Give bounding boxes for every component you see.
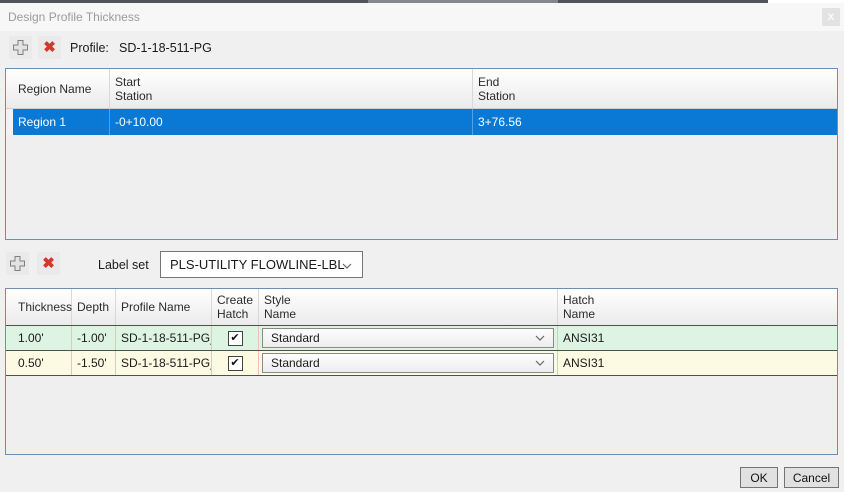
cell-thickness[interactable]: 0.50' [13,351,72,375]
row-header-gutter [6,351,13,375]
regions-table: Region Name Start Station End Station Re… [5,68,838,240]
cell-region-name[interactable]: Region 1 [13,109,110,135]
create-hatch-checkbox[interactable]: ✔ [227,330,243,346]
label-set-dropdown[interactable]: PLS-UTILITY FLOWLINE-LBL [160,251,363,278]
add-thickness-row-button[interactable] [6,252,29,275]
regions-table-header: Region Name Start Station End Station [6,69,837,109]
style-name-dropdown[interactable]: Standard [262,353,554,373]
cell-profile-name[interactable]: SD-1-18-511-PG_ [116,351,212,375]
cell-create-hatch: ✔ [212,351,259,375]
cell-start-station[interactable]: -0+10.00 [110,109,473,135]
cell-hatch-name[interactable]: ANSI31 [558,351,837,375]
cell-depth[interactable]: -1.00' [72,326,116,350]
cell-end-station[interactable]: 3+76.56 [473,109,837,135]
column-header-start-station[interactable]: Start Station [110,69,473,108]
profile-label: Profile: [70,41,109,55]
column-header-style-name[interactable]: Style Name [259,289,558,325]
label-set-label: Label set [98,258,149,272]
close-icon: x [827,9,835,23]
thickness-table-row-1[interactable]: 1.00' -1.00' SD-1-18-511-PG_ ✔ Standard … [6,325,837,350]
cell-hatch-name[interactable]: ANSI31 [558,326,837,350]
column-header-region-name[interactable]: Region Name [13,69,110,108]
row-header-gutter [6,326,13,350]
dialog-title: Design Profile Thickness [8,10,140,24]
create-hatch-checkbox[interactable]: ✔ [227,355,243,371]
cell-depth[interactable]: -1.50' [72,351,116,375]
check-icon: ✔ [230,356,240,369]
column-header-depth[interactable]: Depth [72,289,116,325]
plus-icon [10,256,25,271]
check-icon: ✔ [230,331,240,344]
design-profile-thickness-dialog: Design Profile Thickness x ✖ Profile: SD… [0,0,844,492]
profile-value: SD-1-18-511-PG [119,41,212,55]
delete-region-button[interactable]: ✖ [38,36,61,59]
delete-thickness-row-button[interactable]: ✖ [37,252,60,275]
column-header-create-hatch[interactable]: Create Hatch [212,289,259,325]
chevron-down-icon [535,360,545,366]
label-set-value: PLS-UTILITY FLOWLINE-LBL [170,257,345,272]
table-row-region-1-selected[interactable]: Region 1 -0+10.00 3+76.56 [6,109,837,135]
style-name-dropdown[interactable]: Standard [262,328,554,348]
add-region-button[interactable] [9,36,32,59]
cell-profile-name[interactable]: SD-1-18-511-PG_ [116,326,212,350]
chevron-down-icon [535,335,545,341]
cell-style-name: Standard [259,351,558,375]
thickness-table: Thickness Depth Profile Name Create Hatc… [5,288,838,455]
cell-create-hatch: ✔ [212,326,259,350]
thickness-table-row-2[interactable]: 0.50' -1.50' SD-1-18-511-PG_ ✔ Standard … [6,350,837,376]
cancel-button[interactable]: Cancel [784,467,839,488]
column-header-end-station[interactable]: End Station [473,69,837,108]
thickness-table-header: Thickness Depth Profile Name Create Hatc… [6,289,837,325]
row-header-gutter [6,109,13,135]
row-header-gutter [6,69,13,108]
column-header-hatch-name[interactable]: Hatch Name [558,289,837,325]
cell-style-name: Standard [259,326,558,350]
delete-x-icon: ✖ [43,39,56,56]
cell-thickness[interactable]: 1.00' [13,326,72,350]
plus-icon [13,40,28,55]
close-button[interactable]: x [822,8,840,26]
chevron-down-icon [342,263,352,269]
column-header-thickness[interactable]: Thickness [13,289,72,325]
ok-button[interactable]: OK [740,467,778,488]
column-header-profile-name[interactable]: Profile Name [116,289,212,325]
delete-x-icon: ✖ [42,255,55,272]
row-header-gutter [6,289,13,325]
title-bar: Design Profile Thickness x [0,3,844,31]
